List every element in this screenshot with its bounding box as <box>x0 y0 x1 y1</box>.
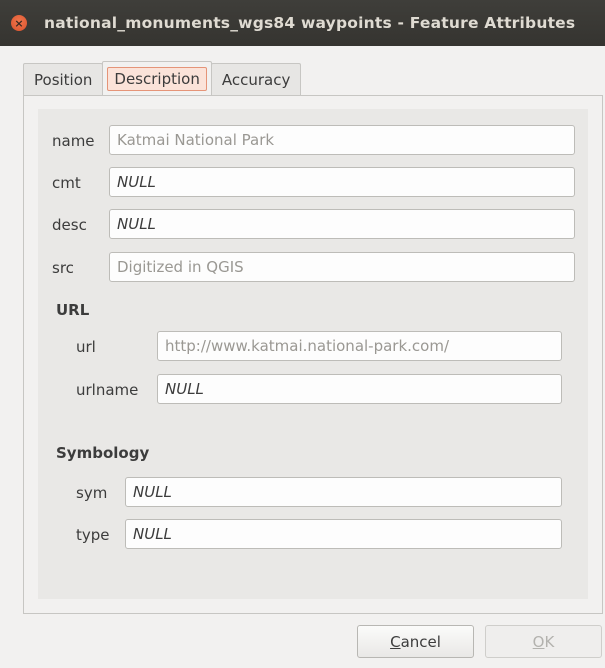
tab-accuracy[interactable]: Accuracy <box>210 63 302 96</box>
tab-bar: Position Description Accuracy <box>23 61 302 96</box>
close-icon[interactable]: × <box>11 15 27 31</box>
tab-description[interactable]: Description <box>102 61 212 96</box>
sym-field[interactable]: NULL <box>125 477 562 507</box>
tab-position-label: Position <box>34 71 93 89</box>
cancel-mnemonic: C <box>390 632 401 651</box>
cancel-label-rest: ancel <box>400 632 441 651</box>
name-field[interactable]: Katmai National Park <box>109 125 575 155</box>
ok-mnemonic: O <box>532 632 545 651</box>
ok-button[interactable]: OK <box>485 625 602 658</box>
type-label: type <box>76 526 110 544</box>
tab-position[interactable]: Position <box>23 63 104 96</box>
ok-label-rest: K <box>544 632 555 651</box>
src-field[interactable]: Digitized in QGIS <box>109 252 575 282</box>
symbology-section-title: Symbology <box>56 444 150 462</box>
title-bar: × national_monuments_wgs84 waypoints - F… <box>0 0 605 46</box>
urlname-field[interactable]: NULL <box>157 374 562 404</box>
tab-accuracy-label: Accuracy <box>221 71 291 89</box>
sym-label: sym <box>76 484 108 502</box>
url-field[interactable]: http://www.katmai.national-park.com/ <box>157 331 562 361</box>
name-label: name <box>52 132 95 150</box>
desc-label: desc <box>52 216 87 234</box>
window-title: national_monuments_wgs84 waypoints - Fea… <box>44 14 576 32</box>
tab-description-label: Description <box>107 67 207 91</box>
cmt-field[interactable]: NULL <box>109 167 575 197</box>
urlname-label: urlname <box>76 381 139 399</box>
url-label: url <box>76 338 96 356</box>
type-field[interactable]: NULL <box>125 519 562 549</box>
cmt-label: cmt <box>52 174 81 192</box>
url-section-title: URL <box>56 301 90 319</box>
desc-field[interactable]: NULL <box>109 209 575 239</box>
cancel-button[interactable]: Cancel <box>357 625 474 658</box>
src-label: src <box>52 259 74 277</box>
